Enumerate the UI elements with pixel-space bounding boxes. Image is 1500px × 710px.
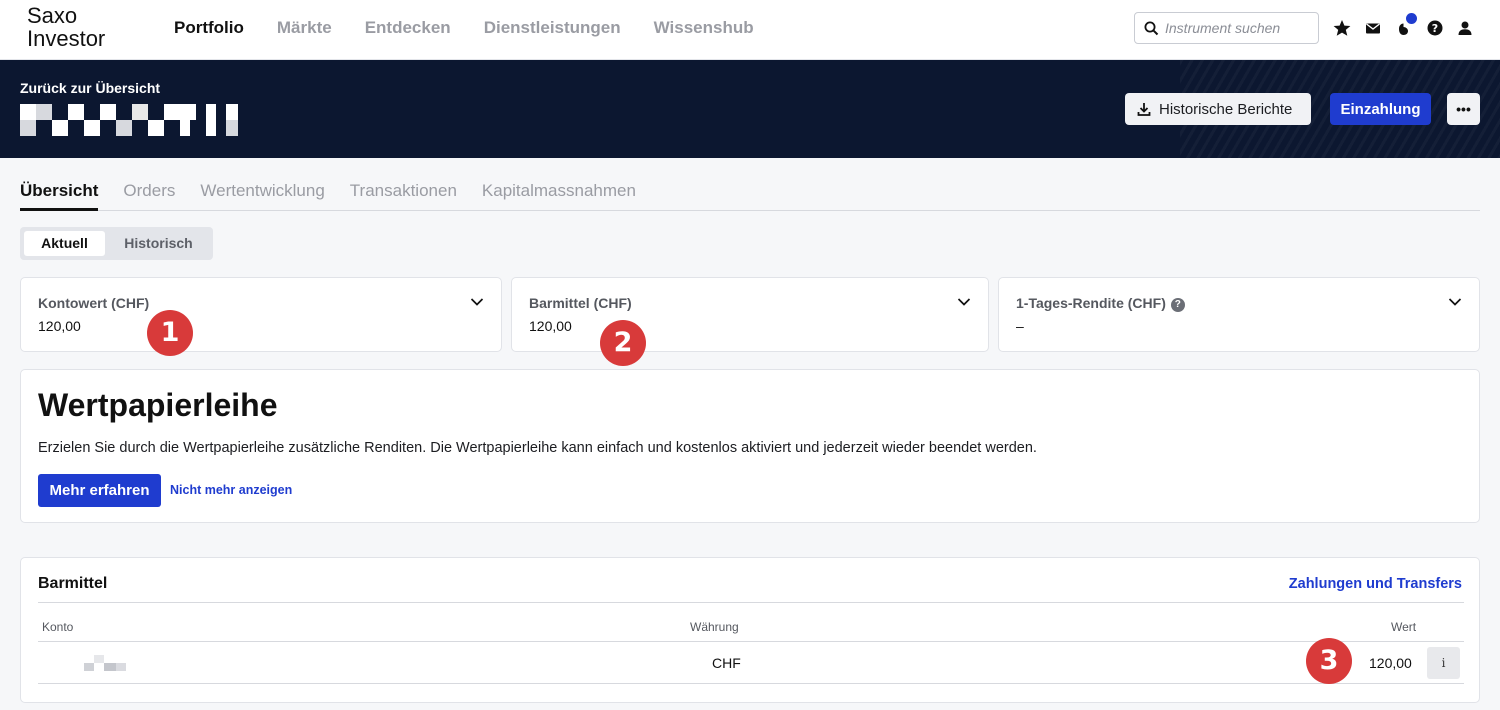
help-icon[interactable]: ?: [1170, 298, 1185, 312]
metric-card-tagesrendite[interactable]: 1-Tages-Rendite (CHF)? –: [998, 277, 1480, 352]
learn-more-button[interactable]: Mehr erfahren: [38, 474, 161, 507]
more-options-button[interactable]: •••: [1447, 93, 1480, 125]
annotation-badge-1: 1: [147, 310, 193, 356]
top-navigation: Saxo Investor Portfolio Märkte Entdecken…: [0, 0, 1500, 60]
dismiss-link[interactable]: Nicht mehr anzeigen: [170, 483, 292, 497]
segment-historisch[interactable]: Historisch: [108, 231, 209, 256]
tab-kapitalmassnahmen[interactable]: Kapitalmassnahmen: [482, 181, 636, 211]
masked-account-name: [20, 104, 238, 136]
download-icon: [1137, 103, 1151, 116]
tab-transaktionen[interactable]: Transaktionen: [350, 181, 457, 211]
column-header-konto: Konto: [42, 620, 74, 634]
payments-transfers-link[interactable]: Zahlungen und Transfers: [1289, 576, 1462, 592]
segment-aktuell[interactable]: Aktuell: [24, 231, 105, 256]
help-icon[interactable]: ?: [1425, 18, 1445, 38]
logo-line-1: Saxo: [27, 3, 78, 28]
tab-orders[interactable]: Orders: [123, 181, 175, 211]
row-value: 120,00: [1369, 655, 1412, 671]
historical-reports-label: Historische Berichte: [1159, 100, 1293, 118]
nav-item-dienstleistungen[interactable]: Dienstleistungen: [484, 18, 621, 38]
search-input[interactable]: [1165, 18, 1313, 38]
info-button[interactable]: i: [1427, 647, 1460, 679]
securities-lending-promo: Wertpapierleihe Erzielen Sie durch die W…: [20, 369, 1480, 523]
deposit-button[interactable]: Einzahlung: [1330, 93, 1431, 125]
metric-value: 120,00: [529, 318, 572, 334]
cash-title: Barmittel: [38, 575, 108, 592]
chevron-down-icon[interactable]: [957, 297, 971, 307]
nav-item-portfolio[interactable]: Portfolio: [174, 18, 244, 38]
main-nav: Portfolio Märkte Entdecken Dienstleistun…: [174, 18, 787, 38]
column-header-wert: Wert: [1391, 620, 1417, 634]
portfolio-tabs: Übersicht Orders Wertentwicklung Transak…: [20, 181, 1480, 211]
search-icon: [1144, 21, 1159, 36]
column-header-waehrung: Währung: [690, 620, 739, 634]
tab-uebersicht[interactable]: Übersicht: [20, 181, 99, 211]
nav-item-entdecken[interactable]: Entdecken: [365, 18, 451, 38]
cash-table: Konto Währung Wert CHF 120,00 i: [38, 602, 1464, 684]
metric-label: 1-Tages-Rendite (CHF)?: [1016, 295, 1185, 312]
metric-value: 120,00: [38, 318, 81, 334]
notification-badge: [1406, 13, 1417, 24]
cash-section: Barmittel Zahlungen und Transfers Konto …: [20, 557, 1480, 703]
mail-icon[interactable]: [1363, 18, 1383, 38]
table-divider: [38, 683, 1464, 684]
table-divider: [38, 641, 1464, 642]
nav-item-wissenshub[interactable]: Wissenshub: [654, 18, 754, 38]
historical-reports-button[interactable]: Historische Berichte: [1125, 93, 1311, 125]
metric-label: Barmittel (CHF): [529, 295, 632, 311]
annotation-badge-2: 2: [600, 320, 646, 366]
masked-account-id: [84, 655, 126, 671]
svg-text:?: ?: [1432, 22, 1438, 35]
metric-label: Kontowert (CHF): [38, 295, 150, 311]
metric-value: –: [1016, 318, 1024, 334]
star-icon[interactable]: [1332, 18, 1352, 38]
user-icon[interactable]: [1455, 18, 1475, 38]
logo-line-2: Investor: [27, 26, 106, 51]
tab-wertentwicklung[interactable]: Wertentwicklung: [200, 181, 324, 211]
promo-title: Wertpapierleihe: [38, 387, 278, 423]
account-header: Zurück zur Übersicht Historische Bericht…: [0, 60, 1500, 158]
chevron-down-icon[interactable]: [1448, 297, 1462, 307]
metric-label-text: 1-Tages-Rendite (CHF): [1016, 295, 1166, 311]
saxo-logo[interactable]: Saxo Investor: [27, 4, 105, 50]
chevron-down-icon[interactable]: [470, 297, 484, 307]
annotation-badge-3: 3: [1306, 638, 1352, 684]
promo-description: Erzielen Sie durch die Wertpapierleihe z…: [38, 440, 1037, 456]
current-historical-toggle: Aktuell Historisch: [20, 227, 213, 260]
metric-card-barmittel[interactable]: Barmittel (CHF) 120,00: [511, 277, 989, 352]
nav-item-maerkte[interactable]: Märkte: [277, 18, 332, 38]
row-currency: CHF: [712, 655, 741, 671]
metric-card-kontowert[interactable]: Kontowert (CHF) 120,00: [20, 277, 502, 352]
instrument-search[interactable]: [1134, 12, 1319, 44]
back-to-overview-link[interactable]: Zurück zur Übersicht: [20, 80, 160, 96]
